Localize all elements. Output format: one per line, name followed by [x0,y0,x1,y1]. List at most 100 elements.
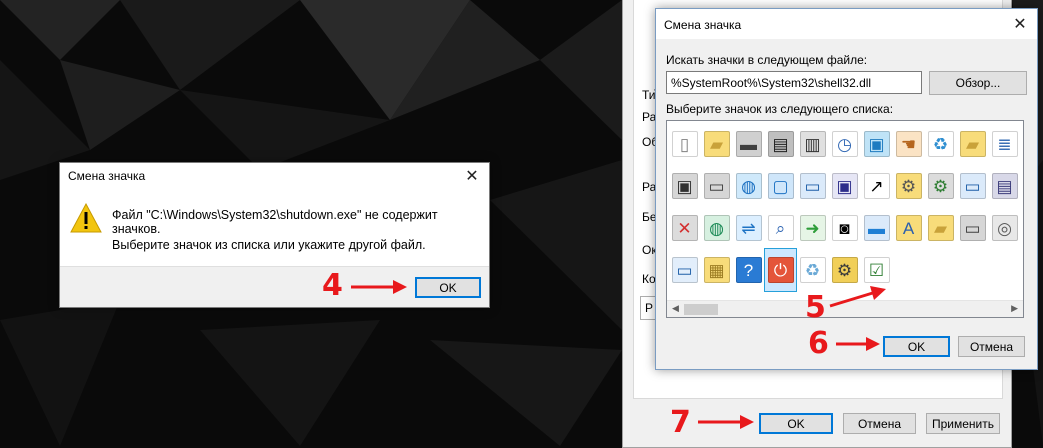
icon-option[interactable]: ⌕ [765,207,796,249]
props-label-fragment: Ти [642,88,656,102]
network-drive-icon: ▣ [671,173,698,199]
icon-option[interactable]: ◷ [829,123,860,165]
close-icon[interactable]: ✕ [455,163,489,189]
folder-icon: ▰ [703,131,730,157]
icon-option[interactable]: ▤ [765,123,796,165]
browse-button[interactable]: Обзор... [929,71,1027,95]
floppy-disk-icon: ▤ [991,173,1018,199]
control-panel-icon: ▣ [863,131,890,157]
font-folder-icon: A [895,215,922,241]
shortcut-app-icon: ▣ [831,173,858,199]
shortcut-icon: ◙ [831,215,858,241]
icon-dialog-cancel-button[interactable]: Отмена [958,336,1025,357]
step-7-label: 7 [670,405,691,440]
folder-icon: ▰ [927,215,954,241]
folder-grid-icon: ▦ [703,257,730,283]
globe-icon: ◍ [735,173,762,199]
step-6-label: 6 [808,326,829,361]
properties-apply-button[interactable]: Применить [926,413,1000,434]
search-icon: ⌕ [767,215,794,241]
icon-option[interactable]: ▰ [957,123,988,165]
change-icon-dialog: Смена значка ✕ Искать значки в следующем… [655,8,1038,370]
icon-dialog-ok-button[interactable]: OK [883,336,950,357]
step-4-label: 4 [322,268,343,303]
icon-option[interactable]: A [893,207,924,249]
icon-option[interactable]: ♻ [797,249,828,291]
icon-option[interactable]: ▭ [701,165,732,207]
icon-option[interactable]: ✕ [669,207,700,249]
icon-option[interactable]: ↗ [861,165,892,207]
scroll-left-icon[interactable]: ◀ [672,303,679,314]
icon-option[interactable]: ▬ [733,123,764,165]
icon-option[interactable]: ▭ [957,165,988,207]
drive-settings-icon: ⚙ [927,173,954,199]
search-file-label: Искать значки в следующем файле: [666,53,868,67]
icon-option[interactable]: ? [733,249,764,291]
cd-drive-icon: ◎ [991,215,1018,241]
folder-icon: ▰ [959,131,986,157]
properties-cancel-button[interactable]: Отмена [843,413,916,434]
recycle-bin-empty-icon: ♻ [799,257,826,283]
hand-icon: ☚ [895,131,922,157]
icon-option[interactable]: ➜ [797,207,828,249]
desktop-icon: ▬ [863,215,890,241]
icon-option[interactable]: ▰ [701,123,732,165]
scrollbar-thumb[interactable] [684,304,718,315]
arrow-right-icon [836,337,880,351]
folder-network-icon: ⚙ [831,257,858,283]
icon-option[interactable]: ▯ [669,123,700,165]
disk-drive-icon: ▬ [735,131,762,157]
icon-option[interactable]: ▰ [925,207,956,249]
icon-option[interactable]: ◍ [701,207,732,249]
blank-document-icon: ▯ [671,131,698,157]
icon-list-label: Выберите значок из следующего списка: [666,102,894,116]
drive-icon: ▭ [959,215,986,241]
power-icon: ⏻ [767,257,794,283]
icon-option[interactable]: ▣ [829,165,860,207]
scroll-right-icon[interactable]: ▶ [1011,303,1018,314]
text-document-icon: ≣ [991,131,1018,157]
error-dialog-title: Смена значка [68,169,146,183]
document-clock-icon: ◷ [831,131,858,157]
icon-option[interactable]: ⚙ [925,165,956,207]
icon-option[interactable]: ▦ [701,249,732,291]
checklist-icon: ☑ [863,257,890,283]
properties-ok-button[interactable]: OK [759,413,833,434]
props-label-fragment: Ко [642,272,656,286]
network-computer-icon: ▢ [767,173,794,199]
memory-chip-icon: ▤ [767,131,794,157]
icon-option[interactable]: ◍ [733,165,764,207]
icon-option[interactable]: ⏻ [764,248,797,292]
icon-option[interactable]: ▢ [765,165,796,207]
icon-option[interactable]: ▥ [797,123,828,165]
recycle-bin-full-icon: ♻ [927,131,954,157]
globe-network-icon: ◍ [703,215,730,241]
icon-option[interactable]: ▬ [861,207,892,249]
window-icon: ▭ [799,173,826,199]
drive-disconnected-icon: ✕ [671,215,698,241]
icon-dialog-title: Смена значка [664,18,742,32]
icon-option[interactable]: ☚ [893,123,924,165]
printer-icon: ▥ [799,131,826,157]
window-icon: ▭ [959,173,986,199]
icon-option[interactable]: ▣ [669,165,700,207]
icon-option[interactable]: ◎ [989,207,1020,249]
icon-option[interactable]: ▭ [669,249,700,291]
icon-file-path-input[interactable] [666,71,922,94]
icon-option[interactable]: ▭ [797,165,828,207]
icon-option[interactable]: ▤ [989,165,1020,207]
icon-option[interactable]: ▣ [861,123,892,165]
arrow-green-icon: ➜ [799,215,826,241]
arrow-right-icon [351,280,407,294]
icon-option[interactable]: ◙ [829,207,860,249]
shortcut-arrow-icon: ↗ [863,173,890,199]
close-icon[interactable]: ✕ [1003,9,1037,39]
step-5-label: 5 [805,290,826,325]
icon-option[interactable]: ≣ [989,123,1020,165]
icon-option[interactable]: ♻ [925,123,956,165]
error-ok-button[interactable]: OK [415,277,481,298]
icon-option[interactable]: ⚙ [893,165,924,207]
icon-option[interactable]: ⇌ [733,207,764,249]
error-message-line2: Выберите значок из списка или укажите др… [112,238,426,252]
icon-option[interactable]: ▭ [957,207,988,249]
